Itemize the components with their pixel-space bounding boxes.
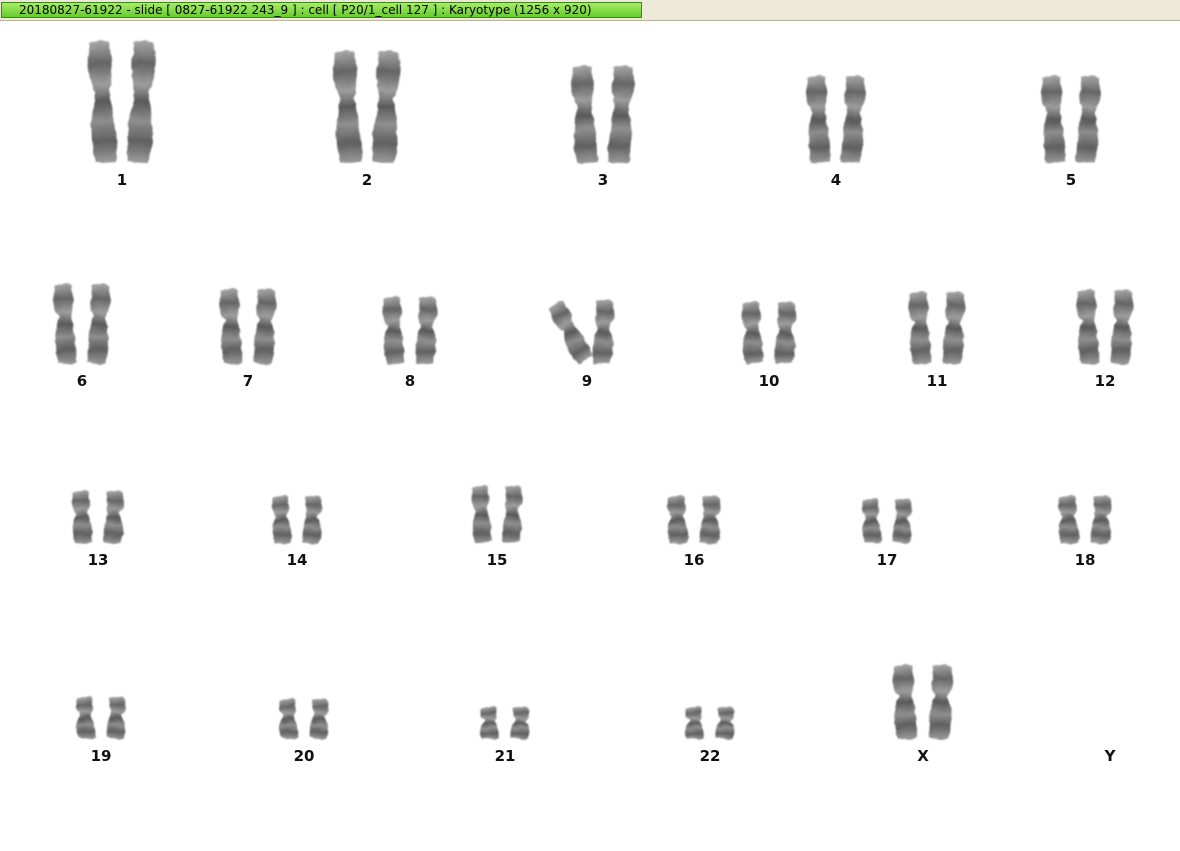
chromosome-pair-19-image [75,696,127,740]
chromosome-21-b [511,706,531,740]
chromosome-7-a [219,289,243,365]
chromosome-8-b [415,297,438,365]
chromosome-label-19: 19 [90,747,112,765]
chromosome-pair-21[interactable]: 21 [450,21,560,767]
chromosome-22-a [684,706,704,740]
chromosome-pair-21-image [479,706,531,740]
chromosome-pair-x-image [892,665,954,740]
chromosome-x-a [892,665,918,740]
chromosome-9-b [592,300,615,365]
chromosome-pair-20[interactable]: 20 [249,21,359,767]
chromosome-pair-y[interactable]: Y [1055,21,1165,767]
chromosome-label-20: 20 [293,747,315,765]
chromosome-pair-19[interactable]: 19 [46,21,156,767]
chromosome-label-22: 22 [699,747,721,765]
chromosome-10-b [774,302,797,365]
chromosome-pair-x[interactable]: X [868,21,978,767]
chromosome-20-b [310,698,330,740]
title-bar: 20180827-61922 - slide [ 0827-61922 243_… [0,0,1180,21]
chromosome-8-a [382,297,405,365]
chromosome-19-a [75,696,95,740]
chromosome-pair-22-image [684,706,736,740]
karyotype-canvas: 1 2 3 4 5 6 7 8 9 10 11 12 13 14 15 16 17 18 19 20 21 22 X Y [0,21,1180,851]
chromosome-21-a [479,706,499,740]
chromosome-label-x: X [917,747,929,765]
chromosome-label-21: 21 [494,747,516,765]
chromosome-pair-20-image [278,698,330,740]
chromosome-pair-22[interactable]: 22 [655,21,765,767]
chromosome-20-a [278,698,298,740]
chromosome-x-b [928,665,954,740]
chromosome-22-b [716,706,736,740]
window-title: 20180827-61922 - slide [ 0827-61922 243_… [1,2,642,18]
chromosome-label-y: Y [1104,747,1116,765]
chromosome-19-b [107,696,127,740]
